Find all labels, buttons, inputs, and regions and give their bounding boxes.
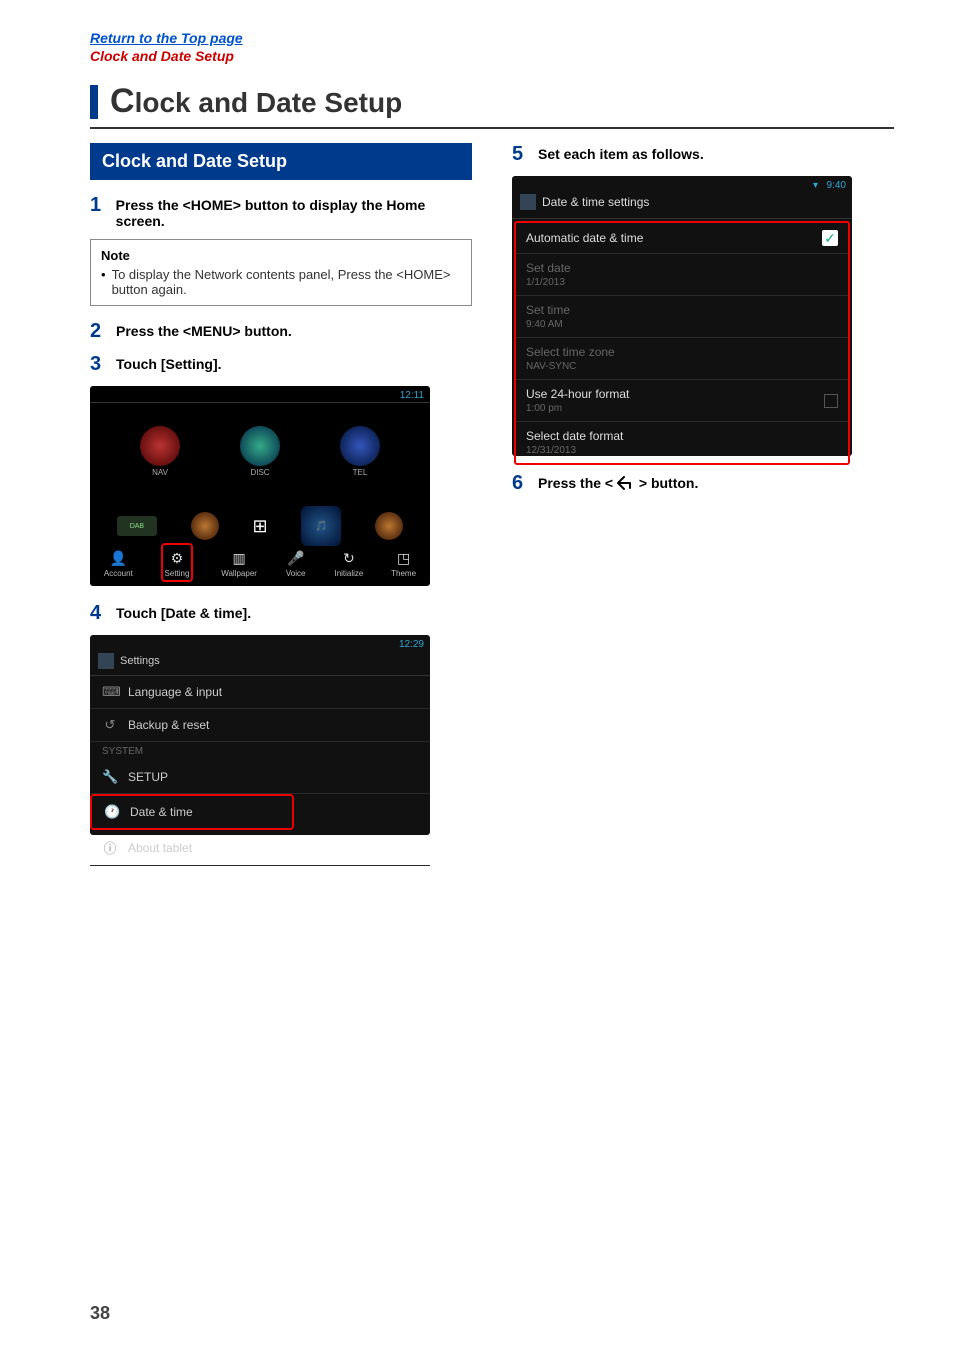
restore-icon: ↺ xyxy=(102,717,118,733)
voice-button: 🎤Voice xyxy=(285,547,307,578)
back-arrow-icon xyxy=(617,476,635,493)
orange-app-icon xyxy=(375,512,403,540)
settings-screen-illustration: 12:29 Settings ⌨Language & input ↺Backup… xyxy=(90,635,430,835)
tel-icon xyxy=(340,426,380,466)
main-heading: Clock and Date Setup xyxy=(90,82,894,121)
step-number: 6 xyxy=(512,472,532,495)
step-number: 4 xyxy=(90,602,110,625)
wallpaper-icon: ▥ xyxy=(228,547,250,569)
wifi-icon: ▾ xyxy=(813,180,818,191)
select-time-zone-row: Select time zoneNAV-SYNC xyxy=(516,338,848,380)
step-2: 2 Press the <MENU> button. xyxy=(90,320,472,343)
about-tablet-row: ⓘAbout tablet xyxy=(90,830,430,866)
set-time-row: Set time9:40 AM xyxy=(516,296,848,338)
step-5: 5 Set each item as follows. xyxy=(512,143,894,166)
step-text: Press the <HOME> button to display the H… xyxy=(116,194,472,229)
tel-app: TEL xyxy=(340,426,380,477)
wrench-icon: 🔧 xyxy=(102,769,118,785)
top-link[interactable]: Return to the Top page xyxy=(90,30,894,46)
home-screen-illustration: 12:11 NAV DISC TEL xyxy=(90,386,430,586)
dab-app: DAB xyxy=(117,516,157,536)
use-24h-format-row: Use 24-hour format1:00 pm xyxy=(516,380,848,422)
automatic-date-time-row: Automatic date & time ✓ xyxy=(516,223,848,254)
disc-app: DISC xyxy=(240,426,280,477)
step-text: Set each item as follows. xyxy=(538,143,704,162)
mic-icon: 🎤 xyxy=(285,547,307,569)
date-time-options-highlight: Automatic date & time ✓ Set date1/1/2013… xyxy=(514,221,850,465)
date-time-header: Date & time settings xyxy=(512,176,852,219)
date-time-row-highlight: 🕐Date & time xyxy=(90,794,294,830)
date-time-settings-illustration: ▾ 9:40 Date & time settings Automatic da… xyxy=(512,176,852,456)
settings-header: Settings xyxy=(90,635,430,676)
step-text: Press the <MENU> button. xyxy=(116,320,292,339)
checkmark-icon: ✓ xyxy=(822,230,838,246)
clock-readout: 12:29 xyxy=(399,639,424,650)
checkbox-icon xyxy=(824,394,838,408)
setting-button-highlight: ⚙Setting xyxy=(161,543,194,582)
bullet-icon: • xyxy=(101,267,106,297)
step-3: 3 Touch [Setting]. xyxy=(90,353,472,376)
step-4: 4 Touch [Date & time]. xyxy=(90,602,472,625)
theme-button: ◳Theme xyxy=(391,547,416,578)
orange-app-icon xyxy=(191,512,219,540)
backup-reset-row: ↺Backup & reset xyxy=(90,709,430,742)
initialize-button: ↻Initialize xyxy=(334,547,363,578)
step-1: 1 Press the <HOME> button to display the… xyxy=(90,194,472,229)
step-number: 2 xyxy=(90,320,110,343)
step-number: 1 xyxy=(90,194,110,217)
breadcrumb: Clock and Date Setup xyxy=(90,48,894,64)
settings-header-icon xyxy=(98,653,114,669)
heading-underline xyxy=(90,127,894,129)
media-app-icon: 🎵 xyxy=(301,506,341,546)
theme-icon: ◳ xyxy=(393,547,415,569)
step-text: Touch [Setting]. xyxy=(116,353,222,372)
page-number: 38 xyxy=(90,1303,110,1324)
note-box: Note • To display the Network contents p… xyxy=(90,239,472,306)
person-icon: 👤 xyxy=(107,547,129,569)
section-title: Clock and Date Setup xyxy=(90,143,472,180)
nav-icon xyxy=(140,426,180,466)
language-input-row: ⌨Language & input xyxy=(90,676,430,709)
note-title: Note xyxy=(101,248,461,263)
clock-readout: 12:11 xyxy=(400,390,424,401)
step-text: Touch [Date & time]. xyxy=(116,602,251,621)
keyboard-icon: ⌨ xyxy=(102,684,118,700)
header-icon xyxy=(520,194,536,210)
wallpaper-button: ▥Wallpaper xyxy=(221,547,257,578)
clock-icon: 🕐 xyxy=(104,804,120,820)
heading-accent-bar xyxy=(90,85,98,119)
step-number: 5 xyxy=(512,143,532,166)
system-section-label: SYSTEM xyxy=(90,742,430,761)
select-date-format-row: Select date format12/31/2013 xyxy=(516,422,848,463)
grid-icon: ⊞ xyxy=(252,516,267,537)
note-text: To display the Network contents panel, P… xyxy=(112,267,461,297)
disc-icon xyxy=(240,426,280,466)
refresh-icon: ↻ xyxy=(338,547,360,569)
nav-app: NAV xyxy=(140,426,180,477)
step-6: 6 Press the < > button. xyxy=(512,472,894,495)
step-number: 3 xyxy=(90,353,110,376)
step-text: Press the < > button. xyxy=(538,472,698,493)
setup-row: 🔧SETUP xyxy=(90,761,430,794)
set-date-row: Set date1/1/2013 xyxy=(516,254,848,296)
info-icon: ⓘ xyxy=(102,838,118,857)
clock-readout: 9:40 xyxy=(827,180,846,191)
account-button: 👤Account xyxy=(104,547,133,578)
gear-icon: ⚙ xyxy=(166,547,188,569)
